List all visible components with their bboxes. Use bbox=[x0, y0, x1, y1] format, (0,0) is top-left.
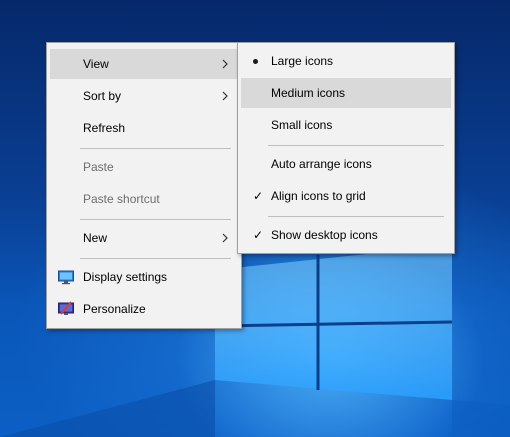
menu-item-label: Show desktop icons bbox=[271, 228, 378, 242]
menu-item-sort-by[interactable]: Sort by bbox=[50, 81, 238, 111]
submenu-item-align-to-grid[interactable]: ✓ Align icons to grid bbox=[241, 181, 451, 211]
personalize-icon bbox=[58, 301, 74, 315]
menu-item-paste[interactable]: Paste bbox=[50, 152, 238, 182]
chevron-right-icon bbox=[222, 91, 228, 101]
view-submenu: Large icons Medium icons Small icons Aut… bbox=[237, 42, 455, 254]
display-settings-icon bbox=[58, 270, 74, 285]
menu-item-label: Display settings bbox=[83, 270, 168, 284]
menu-item-label: New bbox=[83, 231, 108, 245]
menu-separator bbox=[268, 145, 444, 146]
submenu-item-auto-arrange[interactable]: Auto arrange icons bbox=[241, 149, 451, 179]
menu-item-label: Large icons bbox=[271, 54, 334, 68]
desktop-context-menu: View Sort by Refresh Paste Paste shortcu… bbox=[46, 42, 242, 329]
menu-item-personalize[interactable]: Personalize bbox=[50, 294, 238, 324]
menu-separator bbox=[80, 148, 231, 149]
checkmark-icon: ✓ bbox=[252, 189, 264, 203]
menu-item-new[interactable]: New bbox=[50, 223, 238, 253]
menu-separator bbox=[80, 258, 231, 259]
radio-bullet-icon bbox=[253, 59, 258, 64]
menu-item-label: Personalize bbox=[83, 302, 146, 316]
menu-item-label: Medium icons bbox=[271, 86, 346, 100]
menu-item-display-settings[interactable]: Display settings bbox=[50, 262, 238, 292]
menu-item-label: Paste bbox=[83, 160, 114, 174]
submenu-item-medium-icons[interactable]: Medium icons bbox=[241, 78, 451, 108]
menu-item-label: View bbox=[83, 57, 109, 71]
menu-separator bbox=[268, 216, 444, 217]
checkmark-icon: ✓ bbox=[252, 228, 264, 242]
menu-item-label: Sort by bbox=[83, 89, 122, 103]
menu-item-refresh[interactable]: Refresh bbox=[50, 113, 238, 143]
menu-item-label: Refresh bbox=[83, 121, 126, 135]
submenu-item-large-icons[interactable]: Large icons bbox=[241, 46, 451, 76]
menu-item-label: Paste shortcut bbox=[83, 192, 160, 206]
menu-item-label: Small icons bbox=[271, 118, 333, 132]
menu-item-view[interactable]: View bbox=[50, 49, 238, 79]
submenu-item-show-desktop-icons[interactable]: ✓ Show desktop icons bbox=[241, 220, 451, 250]
chevron-right-icon bbox=[222, 59, 228, 69]
menu-item-paste-shortcut[interactable]: Paste shortcut bbox=[50, 184, 238, 214]
menu-item-label: Align icons to grid bbox=[271, 189, 366, 203]
submenu-item-small-icons[interactable]: Small icons bbox=[241, 110, 451, 140]
chevron-right-icon bbox=[222, 233, 228, 243]
menu-separator bbox=[80, 219, 231, 220]
menu-item-label: Auto arrange icons bbox=[271, 157, 372, 171]
